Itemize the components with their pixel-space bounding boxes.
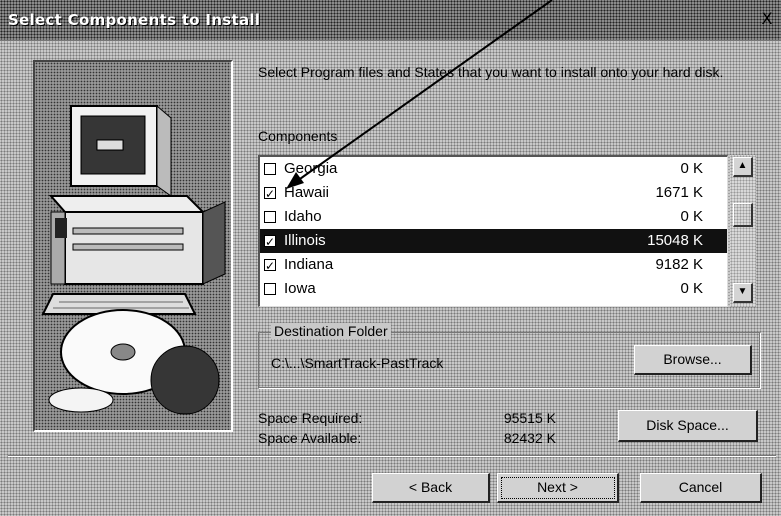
- title-bar: Select Components to Install X: [0, 0, 781, 41]
- list-scrollbar[interactable]: ▲ ▼: [730, 155, 756, 307]
- destination-folder-group: Destination Folder C:\...\SmartTrack-Pas…: [258, 323, 760, 388]
- list-item-georgia[interactable]: Georgia 0 K: [260, 157, 727, 181]
- computer-illustration: [33, 60, 233, 432]
- state-size: 0 K: [680, 160, 703, 177]
- checkbox-icon[interactable]: [264, 283, 276, 295]
- state-size: 1671 K: [655, 184, 703, 201]
- space-required-label: Space Required:: [258, 410, 363, 426]
- destination-path: C:\...\SmartTrack-PastTrack: [271, 355, 444, 371]
- list-item-illinois[interactable]: ✓ Illinois 15048 K: [260, 229, 727, 253]
- components-label: Components: [258, 128, 338, 144]
- checkbox-icon[interactable]: ✓: [264, 259, 276, 272]
- state-name: Hawaii: [284, 184, 330, 201]
- scroll-down-icon[interactable]: ▼: [733, 283, 753, 303]
- checkbox-icon[interactable]: [264, 211, 276, 223]
- close-icon[interactable]: X: [758, 10, 776, 28]
- list-item-idaho[interactable]: Idaho 0 K: [260, 205, 727, 229]
- space-available-label: Space Available:: [258, 430, 362, 446]
- scroll-thumb[interactable]: [733, 203, 753, 227]
- scroll-up-icon[interactable]: ▲: [733, 157, 753, 177]
- browse-button[interactable]: Browse...: [634, 345, 752, 375]
- list-item-indiana[interactable]: ✓ Indiana 9182 K: [260, 253, 727, 277]
- next-button[interactable]: Next >: [497, 473, 619, 503]
- checkbox-icon[interactable]: ✓: [264, 235, 276, 248]
- state-name: Georgia: [284, 160, 338, 177]
- window-title: Select Components to Install: [8, 11, 261, 29]
- destination-folder-label: Destination Folder: [271, 323, 391, 339]
- checkbox-icon[interactable]: [264, 163, 276, 175]
- space-available-value: 82432 K: [503, 430, 556, 446]
- separator: [8, 455, 776, 457]
- state-size: 0 K: [680, 280, 703, 297]
- computer-drawing: [35, 62, 231, 430]
- state-name: Illinois: [284, 232, 326, 249]
- state-size: 0 K: [680, 208, 703, 225]
- state-name: Indiana: [284, 256, 334, 273]
- state-size: 9182 K: [655, 256, 703, 273]
- state-name: Idaho: [284, 208, 322, 225]
- back-button[interactable]: < Back: [372, 473, 490, 503]
- list-item-hawaii[interactable]: ✓ Hawaii 1671 K: [260, 181, 727, 205]
- state-name: Iowa: [284, 280, 316, 297]
- space-required-value: 95515 K: [503, 410, 556, 426]
- intro-text: Select Program files and States that you…: [258, 64, 724, 80]
- list-item-iowa[interactable]: Iowa 0 K: [260, 277, 727, 301]
- checkbox-icon[interactable]: ✓: [264, 187, 276, 200]
- components-list[interactable]: Georgia 0 K ✓ Hawaii 1671 K Idaho 0 K ✓ …: [258, 155, 728, 307]
- disk-space-button[interactable]: Disk Space...: [618, 410, 758, 442]
- state-size: 15048 K: [647, 232, 703, 249]
- cancel-button[interactable]: Cancel: [640, 473, 762, 503]
